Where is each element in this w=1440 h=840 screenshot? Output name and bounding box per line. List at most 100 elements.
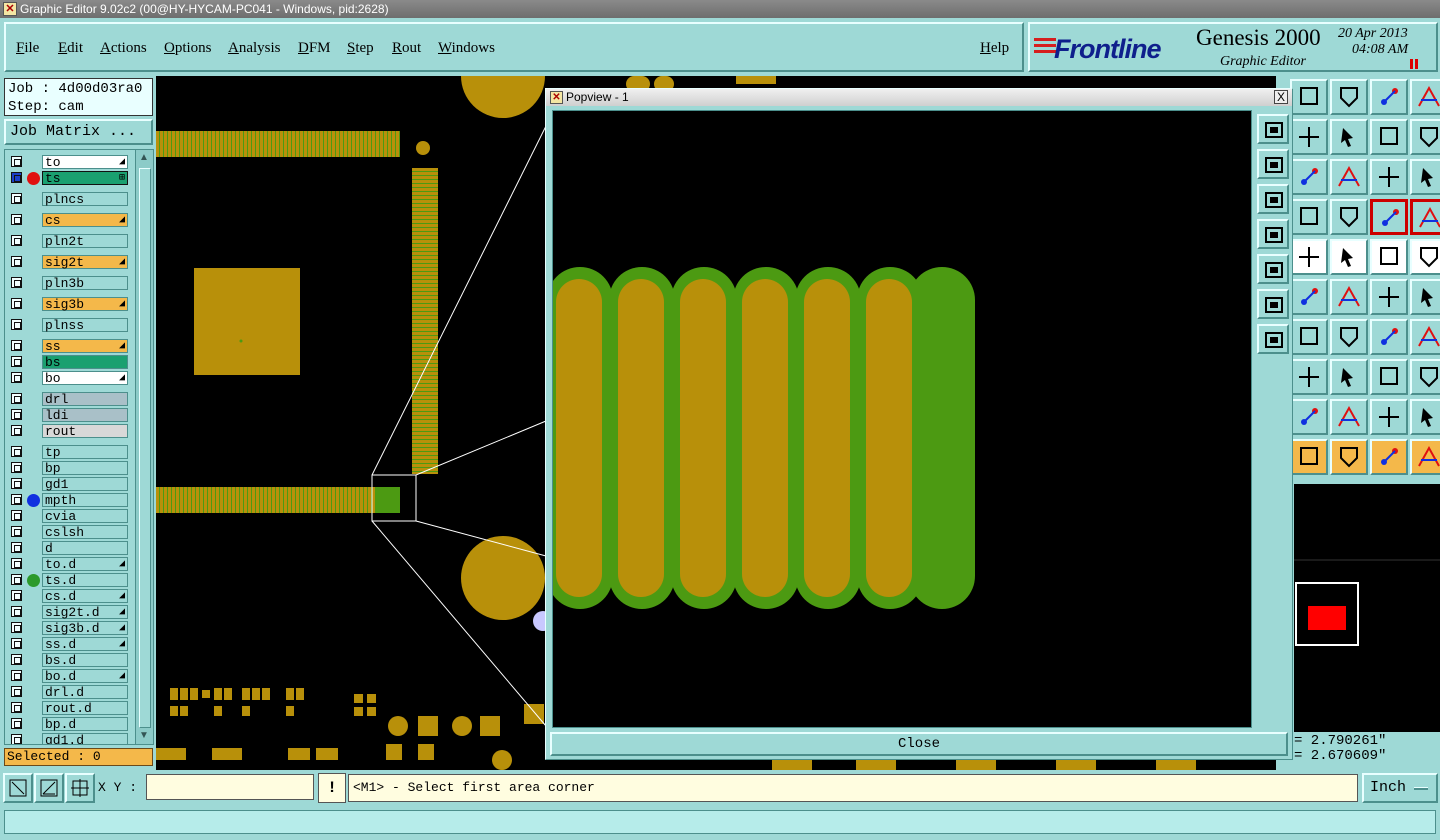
copy-view-button[interactable] bbox=[1290, 79, 1328, 115]
zoom-area-button[interactable] bbox=[3, 773, 33, 803]
layer-name[interactable]: sig3b ◢ bbox=[42, 297, 128, 312]
layer-toggle-checkbox[interactable] bbox=[11, 235, 22, 246]
layer-name[interactable]: drl.d bbox=[42, 685, 128, 700]
layer-row[interactable]: drl.d bbox=[5, 684, 131, 700]
ruler-button[interactable] bbox=[1370, 239, 1408, 275]
center-view-button[interactable] bbox=[1257, 324, 1289, 354]
layer-row[interactable]: gd1 bbox=[5, 476, 131, 492]
layer-up-button[interactable] bbox=[1257, 149, 1289, 179]
arc-red-3-button[interactable] bbox=[1370, 399, 1408, 435]
layer-row[interactable]: ts.d bbox=[5, 572, 131, 588]
layer-toggle-checkbox[interactable] bbox=[11, 702, 22, 713]
arc-red-4-button[interactable] bbox=[1410, 399, 1440, 435]
layer-scrollbar[interactable]: ▲ ▼ bbox=[135, 150, 153, 744]
menu-help[interactable]: Help bbox=[980, 40, 1009, 57]
layer-toggle-checkbox[interactable] bbox=[11, 494, 22, 505]
layer-toggle-checkbox[interactable] bbox=[11, 734, 22, 744]
layer-toggle-checkbox[interactable] bbox=[11, 409, 22, 420]
s-curve-button[interactable] bbox=[1410, 119, 1440, 155]
layer-name[interactable]: bo ◢ bbox=[42, 371, 128, 386]
layer-toggle-checkbox[interactable] bbox=[11, 356, 22, 367]
line-node-button[interactable] bbox=[1290, 279, 1328, 315]
layer-toggle-checkbox[interactable] bbox=[11, 686, 22, 697]
unit-selector[interactable]: Inch bbox=[1362, 773, 1438, 803]
zoom-in-button[interactable] bbox=[1290, 119, 1328, 155]
layer-name[interactable]: ts.d bbox=[42, 573, 128, 588]
layer-row[interactable]: bo ◢ bbox=[5, 370, 131, 386]
popview-canvas[interactable] bbox=[552, 110, 1252, 728]
layer-name[interactable]: cs ◢ bbox=[42, 213, 128, 228]
scroll-thumb[interactable] bbox=[139, 168, 151, 728]
segment-blue-button[interactable] bbox=[1410, 279, 1440, 315]
layer-row[interactable]: bo.d ◢ bbox=[5, 668, 131, 684]
pointer-button[interactable] bbox=[1290, 439, 1328, 475]
diagonal-tool-button[interactable] bbox=[1330, 239, 1368, 275]
layer-row[interactable]: rout bbox=[5, 423, 131, 439]
layer-row[interactable]: bp bbox=[5, 460, 131, 476]
menu-options[interactable]: Options bbox=[164, 40, 212, 57]
layer-toggle-checkbox[interactable] bbox=[11, 319, 22, 330]
center-view-button[interactable] bbox=[1290, 159, 1328, 195]
layer-name[interactable]: gd1 bbox=[42, 477, 128, 492]
cross-node-button[interactable] bbox=[1330, 279, 1368, 315]
layer-toggle-checkbox[interactable] bbox=[11, 542, 22, 553]
layer-row[interactable]: pln2t bbox=[5, 233, 131, 249]
layer-name[interactable]: pln2t bbox=[42, 234, 128, 249]
layer-name[interactable]: rout.d bbox=[42, 701, 128, 716]
layer-row[interactable]: bs bbox=[5, 354, 131, 370]
dot-tool-button[interactable] bbox=[1410, 239, 1440, 275]
layer-row[interactable]: mpth bbox=[5, 492, 131, 508]
layer-name[interactable]: plncs bbox=[42, 192, 128, 207]
scroll-down-icon[interactable]: ▼ bbox=[139, 730, 149, 741]
layer-name[interactable]: gd1.d bbox=[42, 733, 128, 744]
layer-display-dot-icon[interactable] bbox=[27, 574, 40, 587]
layer-name[interactable]: ldi bbox=[42, 408, 128, 423]
layer-toggle-checkbox[interactable] bbox=[11, 526, 22, 537]
pointer-2-button[interactable] bbox=[1370, 439, 1408, 475]
layer-row[interactable]: cs.d ◢ bbox=[5, 588, 131, 604]
copy-window-button[interactable] bbox=[1257, 114, 1289, 144]
layer-name[interactable]: pln3b bbox=[42, 276, 128, 291]
layer-row[interactable]: tp bbox=[5, 444, 131, 460]
window-split-button[interactable] bbox=[1410, 79, 1440, 115]
measure-button[interactable] bbox=[34, 773, 64, 803]
layer-display-dot-icon[interactable] bbox=[27, 494, 40, 507]
layer-toggle-checkbox[interactable] bbox=[11, 654, 22, 665]
xy-input[interactable] bbox=[146, 774, 314, 800]
red-node-button[interactable] bbox=[1290, 359, 1328, 395]
layer-toggle-checkbox[interactable] bbox=[11, 372, 22, 383]
layer-row[interactable]: bs.d bbox=[5, 652, 131, 668]
layer-toggle-checkbox[interactable] bbox=[11, 718, 22, 729]
layer-toggle-checkbox[interactable] bbox=[11, 446, 22, 457]
layer-row[interactable]: sig3b.d ◢ bbox=[5, 620, 131, 636]
layer-name[interactable]: bp.d bbox=[42, 717, 128, 732]
pan-right-button[interactable] bbox=[1330, 119, 1368, 155]
layer-name[interactable]: mpth bbox=[42, 493, 128, 508]
layer-toggle-checkbox[interactable] bbox=[11, 156, 22, 167]
layer-toggle-checkbox[interactable] bbox=[11, 510, 22, 521]
circle-tool-button[interactable] bbox=[1290, 239, 1328, 275]
menu-edit[interactable]: Edit bbox=[58, 40, 83, 57]
layer-row[interactable]: d bbox=[5, 540, 131, 556]
slash-blue-button[interactable] bbox=[1330, 319, 1368, 355]
layer-row[interactable]: ss.d ◢ bbox=[5, 636, 131, 652]
help-query-button[interactable] bbox=[1410, 159, 1440, 195]
layer-toggle-checkbox[interactable] bbox=[11, 462, 22, 473]
layer-toggle-checkbox[interactable] bbox=[11, 478, 22, 489]
menu-file[interactable]: File bbox=[16, 40, 39, 57]
pan-left-button[interactable] bbox=[1257, 219, 1289, 249]
layer-toggle-checkbox[interactable] bbox=[11, 193, 22, 204]
layer-toggle-checkbox[interactable] bbox=[11, 214, 22, 225]
layer-name[interactable]: rout bbox=[42, 424, 128, 439]
layer-name[interactable]: ss.d ◢ bbox=[42, 637, 128, 652]
layer-name[interactable]: drl bbox=[42, 392, 128, 407]
mirror-f-button[interactable] bbox=[1410, 319, 1440, 355]
arc-red-button[interactable] bbox=[1290, 399, 1328, 435]
job-matrix-button[interactable]: Job Matrix ... bbox=[4, 119, 153, 145]
layer-row[interactable]: sig3b ◢ bbox=[5, 296, 131, 312]
layer-toggle-checkbox[interactable] bbox=[11, 340, 22, 351]
layer-row[interactable]: to ◢ bbox=[5, 154, 131, 170]
layer-name[interactable]: bo.d ◢ bbox=[42, 669, 128, 684]
layer-toggle-checkbox[interactable] bbox=[11, 558, 22, 569]
layer-toggle-checkbox[interactable] bbox=[11, 393, 22, 404]
